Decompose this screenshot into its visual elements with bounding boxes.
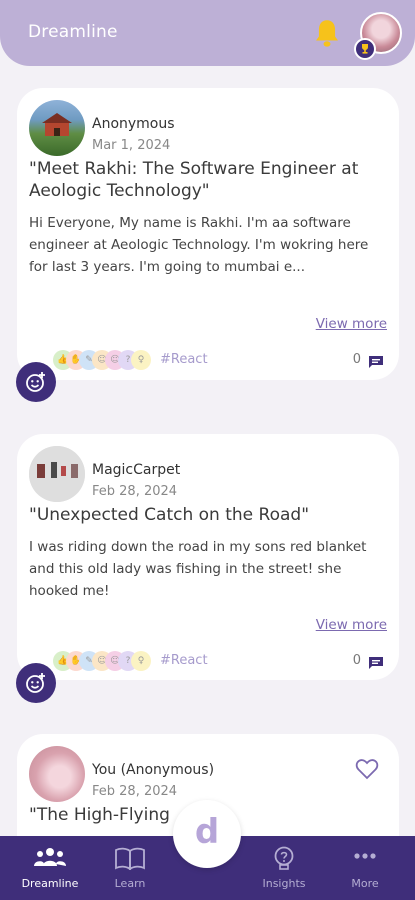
post-card[interactable]: Anonymous Mar 1, 2024 "Meet Rakhi: The S… — [17, 88, 399, 380]
comment-icon[interactable] — [368, 355, 384, 369]
emoji-add-icon — [26, 673, 45, 693]
post-username: MagicCarpet — [92, 462, 181, 478]
bell-icon[interactable] — [313, 18, 341, 48]
dots-icon — [354, 853, 376, 859]
feed[interactable]: Anonymous Mar 1, 2024 "Meet Rakhi: The S… — [0, 66, 415, 836]
book-icon — [115, 847, 145, 870]
post-date: Feb 28, 2024 — [92, 484, 178, 499]
post-title[interactable]: "Meet Rakhi: The Software Engineer at Ae… — [29, 158, 389, 202]
reaction-bar[interactable]: 👍 ✋ ✎ ☺ ☺ ? ♀ — [53, 350, 173, 372]
post-avatar — [29, 446, 85, 502]
nav-label: Dreamline — [21, 877, 79, 890]
post-date: Feb 28, 2024 — [92, 784, 178, 799]
nav-more[interactable]: More — [330, 836, 400, 900]
trophy-icon — [354, 38, 376, 60]
post-body: Hi Everyone, My name is Rakhi. I'm aa so… — [29, 215, 369, 275]
heart-icon[interactable] — [355, 758, 379, 780]
app-header: Dreamline — [0, 0, 415, 66]
post-avatar — [29, 100, 85, 156]
nav-learn[interactable]: Learn — [95, 836, 165, 900]
post-tag[interactable]: #React — [160, 352, 208, 367]
post-title[interactable]: "Unexpected Catch on the Road" — [29, 504, 389, 526]
view-more-link[interactable]: View more — [316, 316, 387, 332]
people-icon — [34, 848, 66, 866]
nav-label: Insights — [262, 877, 306, 890]
comment-count: 0 — [352, 653, 361, 668]
post-card[interactable]: MagicCarpet Feb 28, 2024 "Unexpected Cat… — [17, 434, 399, 680]
nav-insights[interactable]: Insights — [249, 836, 319, 900]
comment-icon[interactable] — [368, 656, 384, 670]
lightbulb-icon — [274, 846, 294, 870]
reaction-icon[interactable]: ♀ — [131, 350, 151, 370]
view-more-link[interactable]: View more — [316, 617, 387, 633]
create-post-button[interactable]: d — [173, 800, 241, 868]
nav-dreamline[interactable]: Dreamline — [15, 836, 85, 900]
app-title: Dreamline — [28, 22, 118, 42]
post-tag[interactable]: #React — [160, 653, 208, 668]
post-body: I was riding down the road in my sons re… — [29, 539, 367, 599]
add-reaction-button[interactable] — [16, 663, 56, 703]
nav-label: More — [351, 877, 379, 890]
reaction-icon[interactable]: ♀ — [131, 651, 151, 671]
emoji-add-icon — [26, 372, 45, 392]
nav-label: Learn — [114, 877, 146, 890]
post-username: Anonymous — [92, 116, 175, 132]
post-avatar — [29, 746, 85, 802]
center-logo: d — [194, 812, 220, 852]
post-date: Mar 1, 2024 — [92, 138, 171, 153]
reaction-bar[interactable]: 👍 ✋ ✎ ☺ ☺ ? ♀ — [53, 651, 173, 673]
post-username: You (Anonymous) — [92, 762, 215, 778]
comment-count: 0 — [352, 352, 361, 367]
add-reaction-button[interactable] — [16, 362, 56, 402]
